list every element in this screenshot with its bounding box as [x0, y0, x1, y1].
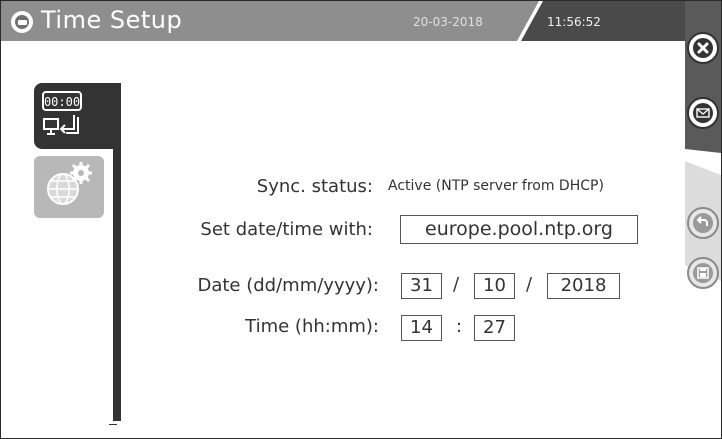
header-date: 20-03-2018 — [413, 15, 483, 29]
undo-icon — [693, 213, 713, 233]
date-separator-1: / — [453, 274, 460, 295]
time-setup-app-icon — [11, 11, 33, 33]
email-button[interactable] — [687, 97, 719, 129]
sync-status-value: Active (NTP server from DHCP) — [388, 178, 604, 194]
time-separator: : — [456, 316, 463, 337]
date-label: Date (dd/mm/yyyy): — [197, 275, 379, 296]
app-window: Time Setup 20-03-2018 11:56:52 00:00 Syn… — [0, 0, 722, 439]
month-field[interactable]: 10 — [474, 273, 515, 299]
clock-sync-icon: 00:00 — [42, 91, 82, 135]
year-field[interactable]: 2018 — [547, 273, 620, 299]
close-button[interactable] — [687, 32, 719, 64]
day-field[interactable]: 31 — [401, 273, 442, 299]
sync-status-label: Sync. status: — [256, 176, 373, 197]
time-label: Time (hh:mm): — [245, 316, 379, 337]
sidebar-tick — [109, 424, 117, 425]
sidebar-track — [113, 83, 121, 421]
date-separator-2: / — [526, 274, 533, 295]
set-with-label: Set date/time with: — [200, 219, 373, 240]
page-title: Time Setup — [41, 6, 183, 34]
sidebar-item-time-setup[interactable]: 00:00 — [34, 83, 114, 149]
close-icon — [693, 38, 713, 58]
envelope-icon — [693, 103, 713, 123]
undo-button[interactable] — [687, 207, 719, 239]
ntp-server-field[interactable]: europe.pool.ntp.org — [400, 215, 638, 244]
minute-field[interactable]: 27 — [474, 315, 515, 341]
hour-field[interactable]: 14 — [401, 315, 442, 341]
globe-gear-icon — [47, 162, 92, 205]
header-clock-panel — [521, 1, 685, 41]
sidebar-item-network-settings[interactable] — [34, 156, 104, 218]
right-action-panel — [685, 1, 721, 153]
svg-text:00:00: 00:00 — [44, 95, 80, 109]
header-time: 11:56:52 — [547, 15, 601, 29]
save-button[interactable] — [687, 257, 719, 289]
floppy-disk-icon — [693, 263, 713, 283]
